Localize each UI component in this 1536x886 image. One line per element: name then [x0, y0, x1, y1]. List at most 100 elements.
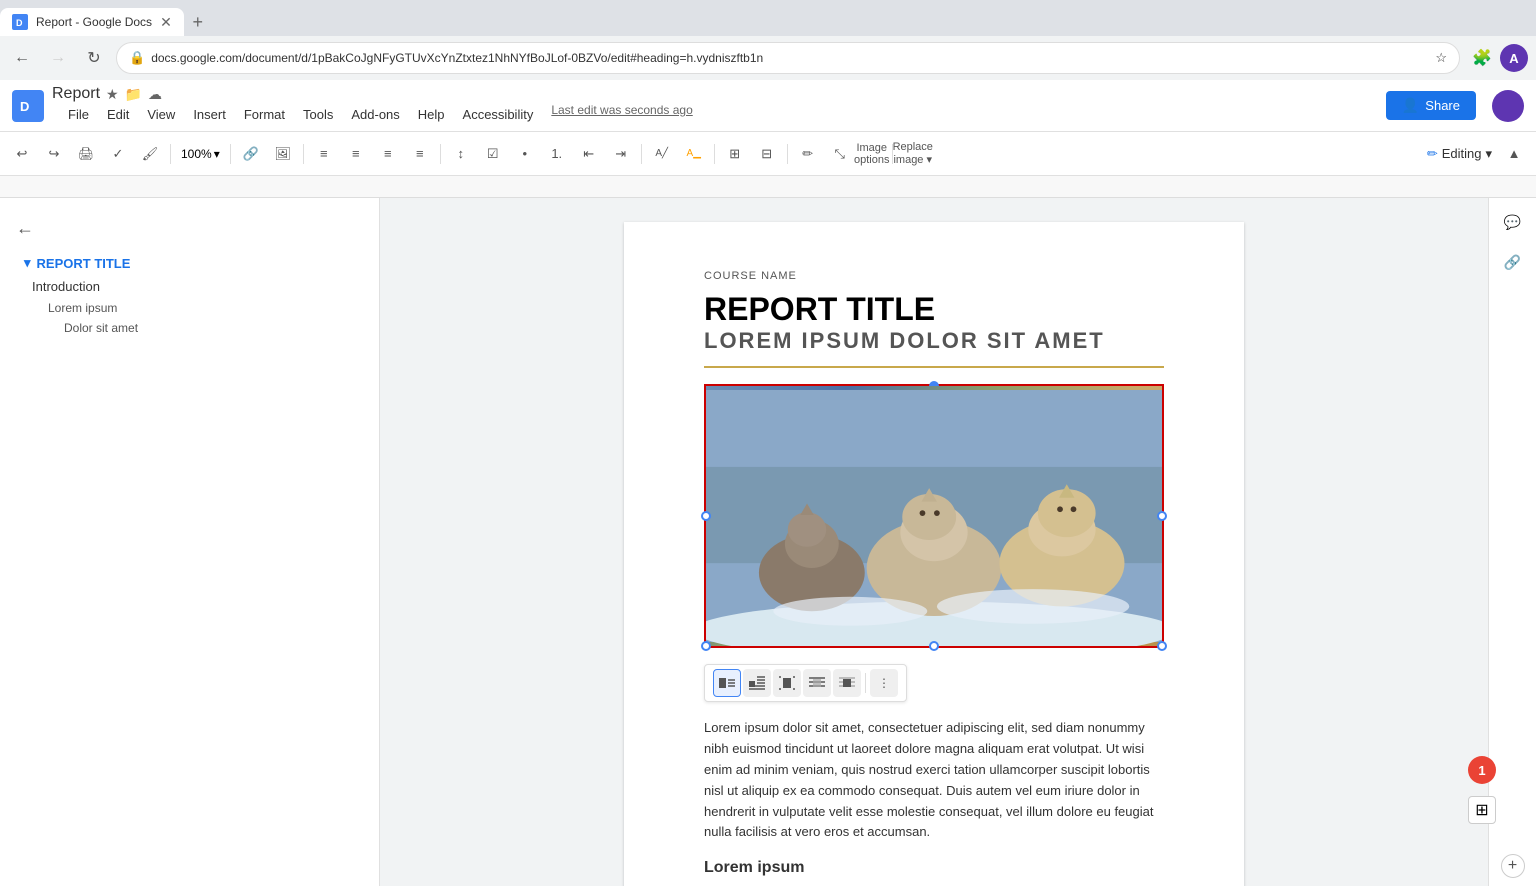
new-tab-button[interactable]: +	[184, 8, 212, 36]
menu-addons[interactable]: Add-ons	[343, 103, 407, 126]
decrease-indent-button[interactable]: ⇤	[575, 140, 603, 168]
menu-file[interactable]: File	[60, 103, 97, 126]
sidebar-item-dolor-sit[interactable]: Dolor sit amet	[0, 318, 379, 338]
comment-panel-button[interactable]: 💬	[1497, 206, 1529, 238]
profile-button[interactable]: A	[1500, 44, 1528, 72]
notification-bubble: 1	[1468, 756, 1496, 784]
increase-indent-button[interactable]: ⇥	[607, 140, 635, 168]
break-text-button[interactable]	[773, 669, 801, 697]
paint-format-button[interactable]: 🖌	[136, 140, 164, 168]
sidebar-h3-label: Lorem ipsum	[48, 301, 117, 315]
add-panel-button[interactable]: +	[1501, 854, 1525, 878]
sidebar-back-button[interactable]: ←	[0, 214, 379, 243]
sep-6	[714, 144, 715, 164]
menu-help[interactable]: Help	[410, 103, 453, 126]
menu-edit[interactable]: Edit	[99, 103, 137, 126]
folder-icon[interactable]: 📁	[125, 86, 142, 103]
tab-close-button[interactable]: ✕	[160, 14, 172, 31]
menu-tools[interactable]: Tools	[295, 103, 341, 126]
behind-text-button[interactable]	[803, 669, 831, 697]
bullet-list-button[interactable]: •	[511, 140, 539, 168]
section-heading[interactable]: Lorem ipsum	[704, 859, 1164, 877]
highlight-button[interactable]: A▁	[680, 140, 708, 168]
menu-view[interactable]: View	[139, 103, 183, 126]
sidebar-item-introduction[interactable]: Introduction	[0, 275, 379, 298]
tab-favicon: D	[12, 14, 28, 30]
menu-bar: File Edit View Insert Format Tools Add-o…	[60, 103, 693, 126]
extensions-button[interactable]: 🧩	[1468, 44, 1496, 72]
align-left-button[interactable]: ≡	[310, 140, 338, 168]
image-handle-bottom-center[interactable]	[929, 641, 939, 651]
menu-accessibility[interactable]: Accessibility	[455, 103, 542, 126]
app-logo: D	[12, 90, 44, 122]
wrap-text-button[interactable]	[743, 669, 771, 697]
image-handle-bottom-left[interactable]	[701, 641, 711, 651]
collapse-button[interactable]: ▲	[1500, 140, 1528, 168]
address-bar[interactable]: 🔒 docs.google.com/document/d/1pBakCoJgNF…	[116, 42, 1460, 74]
checklist-button[interactable]: ☑	[479, 140, 507, 168]
course-name-text: COURSE NAME	[704, 270, 1164, 282]
document-title[interactable]: Report	[52, 85, 100, 103]
share-button[interactable]: 👤 Share	[1386, 91, 1476, 120]
forward-button[interactable]: →	[44, 44, 72, 72]
drawing-button[interactable]: ✏	[794, 140, 822, 168]
document-outline-sidebar: ← ▾ REPORT TITLE Introduction Lorem ipsu…	[0, 198, 380, 886]
back-button[interactable]: ←	[8, 44, 36, 72]
document-area[interactable]: COURSE NAME REPORT TITLE LOREM IPSUM DOL…	[380, 198, 1488, 886]
right-panel: 💬 🔗 +	[1488, 198, 1536, 886]
front-text-button[interactable]	[833, 669, 861, 697]
sep-3	[303, 144, 304, 164]
undo-button[interactable]: ↩	[8, 140, 36, 168]
last-edit-text[interactable]: Last edit was seconds ago	[551, 103, 692, 126]
spell-check-button[interactable]: ✓	[104, 140, 132, 168]
inline-text-button[interactable]	[713, 669, 741, 697]
star-icon[interactable]: ★	[106, 86, 119, 103]
image-handle-left[interactable]	[701, 511, 711, 521]
image-options-label[interactable]: Image options	[858, 140, 886, 168]
more-options-button[interactable]: ⋮	[870, 669, 898, 697]
report-title-heading[interactable]: REPORT TITLE	[704, 290, 1164, 328]
table-button[interactable]: ⊞	[721, 140, 749, 168]
cloud-icon[interactable]: ☁	[148, 86, 162, 103]
align-center-button[interactable]: ≡	[342, 140, 370, 168]
collapse-arrow-icon: ▾	[24, 255, 31, 271]
line-spacing-button[interactable]: ↕	[447, 140, 475, 168]
tab-title: Report - Google Docs	[36, 15, 152, 29]
justify-button[interactable]: ≡	[406, 140, 434, 168]
expand-button[interactable]: ⤡	[826, 140, 854, 168]
image-handle-bottom-right[interactable]	[1157, 641, 1167, 651]
image-button[interactable]: 🖼	[269, 140, 297, 168]
report-subtitle-heading[interactable]: LOREM IPSUM DOLOR SIT AMET	[704, 328, 1164, 354]
numbered-list-button[interactable]: 1.	[543, 140, 571, 168]
image-handle-right[interactable]	[1157, 511, 1167, 521]
sep-5	[641, 144, 642, 164]
links-panel-button[interactable]: 🔗	[1497, 246, 1529, 278]
wolf-image[interactable]	[706, 386, 1162, 646]
menu-insert[interactable]: Insert	[185, 103, 234, 126]
sep-1	[170, 144, 171, 164]
reload-button[interactable]: ↻	[80, 44, 108, 72]
align-right-button[interactable]: ≡	[374, 140, 402, 168]
redo-button[interactable]: ↪	[40, 140, 68, 168]
link-button[interactable]: 🔗	[237, 140, 265, 168]
tab-bar: D Report - Google Docs ✕ +	[0, 0, 1536, 36]
sidebar-title-label: REPORT TITLE	[37, 256, 131, 271]
sidebar-item-report-title[interactable]: ▾ REPORT TITLE	[0, 251, 379, 275]
wolf-image-container[interactable]	[704, 384, 1164, 648]
replace-image-button[interactable]: Replace image ▾	[899, 140, 927, 168]
bottom-actions-button[interactable]: ⊞	[1468, 796, 1496, 824]
user-avatar[interactable]	[1492, 90, 1524, 122]
editing-mode-button[interactable]: ✏ Editing ▾	[1419, 142, 1500, 166]
clear-formatting-button[interactable]: A╱	[648, 140, 676, 168]
print-button[interactable]: 🖨	[72, 140, 100, 168]
active-tab[interactable]: D Report - Google Docs ✕	[0, 8, 184, 36]
image-options-button[interactable]: ⊟	[753, 140, 781, 168]
sidebar-h3-deep-label: Dolor sit amet	[64, 321, 138, 335]
body-text[interactable]: Lorem ipsum dolor sit amet, consectetuer…	[704, 718, 1164, 843]
image-alignment-toolbar: ⋮	[704, 664, 907, 702]
zoom-select[interactable]: 100% ▾	[177, 145, 224, 163]
bookmark-star-icon[interactable]: ☆	[1435, 50, 1447, 66]
sidebar-item-lorem-ipsum[interactable]: Lorem ipsum	[0, 298, 379, 318]
menu-format[interactable]: Format	[236, 103, 293, 126]
editing-label: Editing	[1442, 146, 1482, 161]
